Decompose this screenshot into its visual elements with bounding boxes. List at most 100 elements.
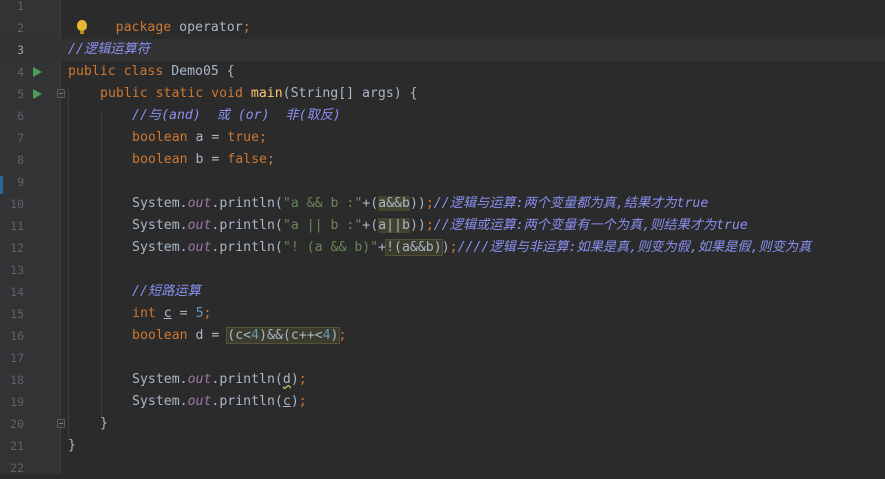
lightbulb-icon[interactable] (77, 20, 87, 34)
method-call: .println( (211, 240, 283, 255)
line-number: 13 (10, 263, 24, 277)
comment: ////逻辑与非运算:如果是真,则变为假,如果是假,则变为真 (457, 240, 812, 255)
paren-close: ) (441, 240, 450, 255)
semicolon: ; (425, 196, 434, 211)
run-class-icon[interactable] (33, 67, 42, 77)
field-ref: out (187, 394, 212, 409)
semicolon: ; (298, 394, 307, 409)
line-number: 20 (10, 417, 24, 431)
field-ref: out (187, 372, 212, 387)
code-line-3[interactable]: 3 //逻辑运算符 (0, 39, 885, 61)
line-number: 2 (17, 21, 24, 35)
code-editor[interactable]: 1 package operator; 2 3 //逻辑运算符 4 public… (0, 0, 885, 475)
code-line-6[interactable]: 6 //与(and) 或 (or) 非(取反) (0, 105, 885, 127)
line-number: 5 (17, 87, 24, 101)
expr-part: )&&(c++< (259, 328, 323, 343)
expression: a&&b (378, 196, 410, 211)
field-ref: out (187, 218, 212, 233)
code-line-4[interactable]: 4 public class Demo05 { (0, 61, 885, 83)
keyword: public static void (100, 86, 243, 101)
string-literal: "! (a && b)" (282, 240, 379, 255)
class-ref: System. (132, 394, 188, 409)
code-line-19[interactable]: 19 System.out.println(c); (0, 391, 885, 413)
paren-close: ) (290, 394, 299, 409)
semicolon: ; (449, 240, 458, 255)
keyword: public class (68, 64, 164, 79)
code-line-9[interactable]: 9 (0, 171, 885, 193)
comment: //逻辑与运算:两个变量都为真,结果才为true (433, 196, 709, 211)
variable: c (163, 306, 172, 321)
class-ref: System. (132, 240, 188, 255)
number-literal: 4 (251, 328, 260, 343)
line-number: 22 (10, 461, 24, 475)
code-line-21[interactable]: 21 } (0, 435, 885, 457)
run-main-icon[interactable] (33, 89, 42, 99)
method-call: .println( (211, 196, 283, 211)
code-line-22[interactable]: 22 (0, 457, 885, 479)
semicolon: ; (203, 306, 212, 321)
keyword: boolean (132, 328, 188, 343)
operator: +( (362, 218, 379, 233)
line-number: 21 (10, 439, 24, 453)
line-number: 3 (17, 43, 24, 57)
code-line-10[interactable]: 10 System.out.println("a && b :"+(a&&b))… (0, 193, 885, 215)
assignment: d = (187, 328, 228, 343)
code-line-7[interactable]: 7 boolean a = true; (0, 127, 885, 149)
expr-part: ) (330, 328, 339, 343)
class-ref: System. (132, 372, 188, 387)
number-literal: 5 (195, 306, 204, 321)
string-literal: "a && b :" (282, 196, 363, 211)
line-number: 19 (10, 395, 24, 409)
class-ref: System. (132, 218, 188, 233)
code-line-1[interactable]: 1 package operator; (0, 0, 885, 35)
comment: //短路运算 (132, 284, 201, 299)
code-line-20[interactable]: 20 } (0, 413, 885, 435)
code-line-14[interactable]: 14 //短路运算 (0, 281, 885, 303)
line-number: 17 (10, 351, 24, 365)
line-number: 15 (10, 307, 24, 321)
code-line-11[interactable]: 11 System.out.println("a || b :"+(a||b))… (0, 215, 885, 237)
semicolon: ; (338, 328, 347, 343)
literal: true (227, 130, 260, 145)
code-line-2[interactable]: 2 (0, 17, 885, 39)
method-call: .println( (211, 218, 283, 233)
code-line-8[interactable]: 8 boolean b = false; (0, 149, 885, 171)
semicolon: ; (425, 218, 434, 233)
keyword: boolean (132, 130, 188, 145)
code-line-12[interactable]: 12 System.out.println("! (a && b)"+!(a&&… (0, 237, 885, 259)
assignment: = (171, 306, 196, 321)
class-ref: System. (132, 196, 188, 211)
code-line-18[interactable]: 18 System.out.println(d); (0, 369, 885, 391)
line-number: 14 (10, 285, 24, 299)
argument: d (282, 372, 291, 387)
brace: } (68, 438, 76, 453)
expression: a||b (378, 218, 410, 233)
comment: //逻辑或运算:两个变量有一个为真,则结果才为true (433, 218, 748, 233)
class-decl: Demo05 { (163, 64, 235, 79)
field-ref: out (187, 240, 212, 255)
semicolon: ; (298, 372, 307, 387)
keyword: int (132, 306, 156, 321)
literal: false (227, 152, 267, 167)
argument: c (282, 394, 291, 409)
line-number: 18 (10, 373, 24, 387)
expr-part: (c< (227, 328, 252, 343)
code-line-17[interactable]: 17 (0, 347, 885, 369)
fold-icon[interactable] (57, 419, 65, 428)
code-line-16[interactable]: 16 boolean d = (c<4)&&(c++<4); (0, 325, 885, 347)
line-number: 9 (17, 175, 24, 189)
operator: + (378, 240, 387, 255)
code-line-13[interactable]: 13 (0, 259, 885, 281)
expression-highlight: (c<4)&&(c++<4) (226, 327, 340, 344)
method-params: (String[] args) { (282, 86, 418, 101)
method-call: .println( (211, 372, 283, 387)
paren-close: ) (290, 372, 299, 387)
fold-icon[interactable] (57, 89, 65, 98)
assignment: a = (187, 130, 228, 145)
field-ref: out (187, 196, 212, 211)
code-line-15[interactable]: 15 int c = 5; (0, 303, 885, 325)
line-number: 10 (10, 197, 24, 211)
string-literal: "a || b :" (282, 218, 363, 233)
assignment: b = (187, 152, 228, 167)
code-line-5[interactable]: 5 public static void main(String[] args)… (0, 83, 885, 105)
